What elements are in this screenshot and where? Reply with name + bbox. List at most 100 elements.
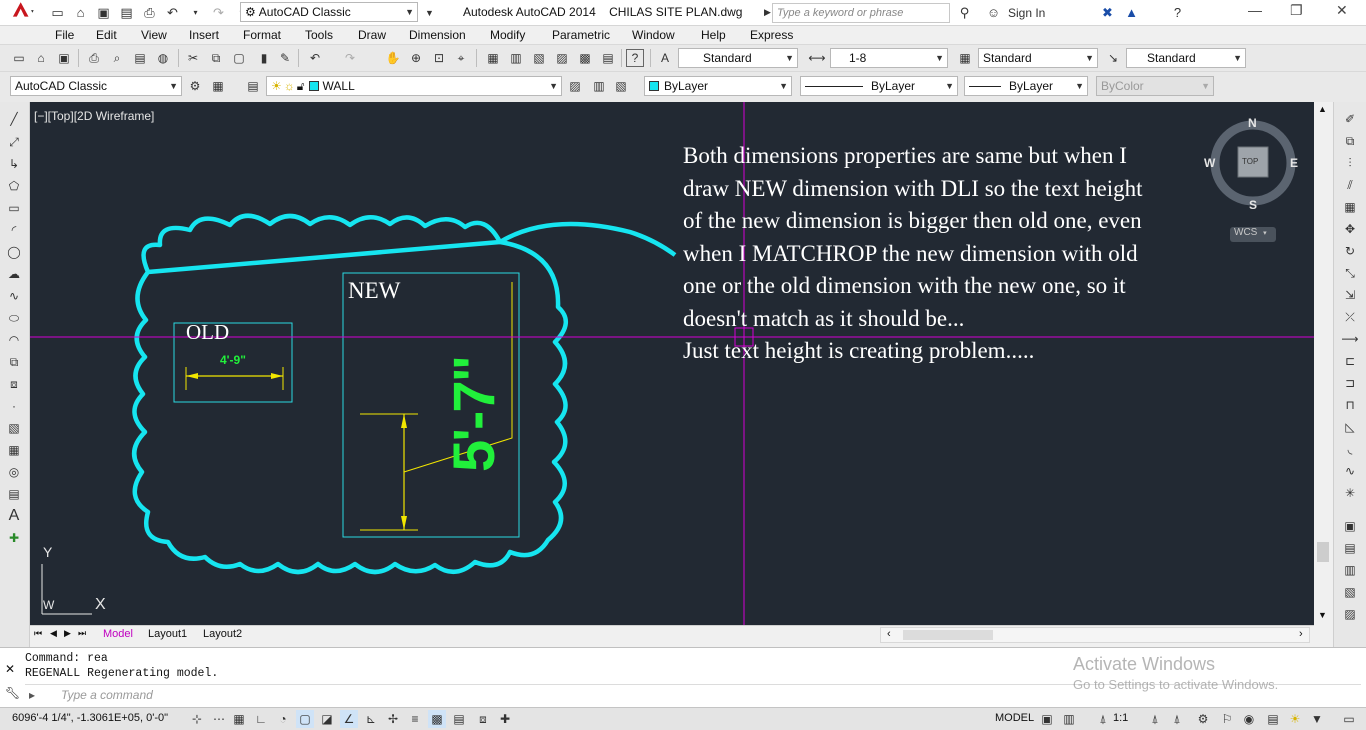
scroll-thumb[interactable] <box>1317 542 1329 562</box>
text-style-icon[interactable]: A <box>656 49 674 67</box>
autocad-logo-icon[interactable] <box>2 1 42 27</box>
scroll-down-icon[interactable]: ▼ <box>1318 610 1327 620</box>
lightbulb-icon[interactable]: ☀ <box>1286 710 1304 728</box>
tab-prev-icon[interactable]: ◀ <box>50 628 57 639</box>
color-select[interactable]: ByLayer ▼ <box>644 76 792 96</box>
object-snap-tracking-icon[interactable]: ∠ <box>340 710 358 728</box>
hardware-acceleration-icon[interactable]: ◉ <box>1240 710 1258 728</box>
restore-icon[interactable]: ❐ <box>1290 2 1303 19</box>
transparency-icon[interactable]: ▩ <box>428 710 446 728</box>
menu-dimension[interactable]: Dimension <box>409 28 466 42</box>
scroll-up-icon[interactable]: ▲ <box>1318 104 1327 114</box>
quick-view-layouts-icon[interactable]: ▣ <box>1038 710 1056 728</box>
open-icon[interactable]: ⌂ <box>32 49 50 67</box>
copy-icon[interactable]: ⧉ <box>207 49 225 67</box>
command-prompt-icon[interactable]: ▸ <box>29 688 35 702</box>
line-icon[interactable]: ╱ <box>5 110 23 128</box>
rotate-icon[interactable]: ↻ <box>1341 242 1359 260</box>
extend-icon[interactable]: ⟶ <box>1341 330 1359 348</box>
workspace-switching-icon[interactable]: ⚙ <box>1194 710 1212 728</box>
qat-menu-icon[interactable]: ▼ <box>420 3 439 22</box>
add-selected-icon[interactable]: ✚ <box>5 529 23 547</box>
menu-insert[interactable]: Insert <box>189 28 219 42</box>
clean-screen-icon[interactable]: ▭ <box>1340 710 1358 728</box>
scroll-right-icon[interactable]: › <box>1299 628 1303 640</box>
ellipse-icon[interactable]: ⬭ <box>5 309 23 327</box>
annotation-visibility-icon[interactable]: ⍋ <box>1146 710 1164 728</box>
quickcalc-icon[interactable]: ▤ <box>599 49 617 67</box>
3d-dwf-icon[interactable]: ◍ <box>154 49 172 67</box>
match-properties-icon[interactable]: ▮ <box>255 49 273 67</box>
print-icon[interactable]: ⎙ <box>140 3 159 22</box>
scale-icon[interactable]: ⤡ <box>1341 264 1359 282</box>
draworder-front-icon[interactable]: ▣ <box>1341 517 1359 535</box>
menu-modify[interactable]: Modify <box>490 28 525 42</box>
table-style-select[interactable]: Standard ▼ <box>978 48 1098 68</box>
menu-file[interactable]: File <box>55 28 74 42</box>
model-space-toggle[interactable]: MODEL <box>995 712 1034 724</box>
selection-cycling-icon[interactable]: ⧈ <box>474 710 492 728</box>
menu-tools[interactable]: Tools <box>305 28 333 42</box>
user-icon[interactable]: ☺ <box>984 3 1003 22</box>
text-to-front-icon[interactable]: ▨ <box>1341 605 1359 623</box>
design-center-icon[interactable]: ▥ <box>507 49 525 67</box>
undo-icon[interactable]: ↶ <box>163 3 182 22</box>
trim-icon[interactable]: ⤫ <box>1341 308 1359 326</box>
arc-icon[interactable]: ◜ <box>5 221 23 239</box>
workspace-select[interactable]: AutoCAD Classic ▼ <box>10 76 182 96</box>
help-icon[interactable]: ? <box>626 49 644 67</box>
menu-format[interactable]: Format <box>243 28 281 42</box>
workspace-settings-icon[interactable]: ⚙ <box>186 77 204 95</box>
mleader-style-select[interactable]: Standard ▼ <box>1126 48 1246 68</box>
make-current-layer-icon[interactable]: ▨ <box>566 77 584 95</box>
move-icon[interactable]: ✥ <box>1341 220 1359 238</box>
scroll-left-icon[interactable]: ‹ <box>887 628 891 640</box>
gradient-icon[interactable]: ▦ <box>5 441 23 459</box>
horizontal-scrollbar[interactable]: ‹ › <box>880 627 1310 643</box>
zoom-previous-icon[interactable]: ⌖ <box>452 49 470 67</box>
layer-properties-icon[interactable]: ▤ <box>244 77 262 95</box>
workspace-dropdown-icon[interactable]: ▦ <box>209 77 227 95</box>
save-icon[interactable]: ▣ <box>94 3 113 22</box>
menu-edit[interactable]: Edit <box>96 28 117 42</box>
exchange-icon[interactable]: ✖ <box>1098 3 1117 22</box>
coordinate-readout[interactable]: 6096'-4 1/4", -1.3061E+05, 0'-0" <box>12 712 168 724</box>
layer-select[interactable]: ☀ ☼ 🔓︎ WALL ▼ <box>266 76 562 96</box>
save-as-icon[interactable]: ▤ <box>117 3 136 22</box>
offset-icon[interactable]: ⫽ <box>1341 176 1359 194</box>
plotstyle-select[interactable]: ByColor ▼ <box>1096 76 1214 96</box>
annotation-monitor-icon[interactable]: ✚ <box>496 710 514 728</box>
infer-constraints-icon[interactable]: ⊹ <box>188 710 206 728</box>
grid-display-icon[interactable]: ▦ <box>230 710 248 728</box>
mleader-style-icon[interactable]: ↘ <box>1104 49 1122 67</box>
tab-last-icon[interactable]: ⏭ <box>78 628 86 639</box>
erase-icon[interactable]: ✐ <box>1341 110 1359 128</box>
vertical-scrollbar[interactable]: ▲ ▼ <box>1314 102 1333 625</box>
auto-scale-icon[interactable]: ⍋ <box>1168 710 1186 728</box>
dynamic-input-icon[interactable]: ✢ <box>384 710 402 728</box>
dynamic-ucs-icon[interactable]: ⊾ <box>362 710 380 728</box>
horizontal-scroll-thumb[interactable] <box>903 630 993 640</box>
redo-icon[interactable]: ↷ <box>341 49 359 67</box>
region-icon[interactable]: ◎ <box>5 463 23 481</box>
zoom-realtime-icon[interactable]: ⊕ <box>407 49 425 67</box>
publish-icon[interactable]: ▤ <box>131 49 149 67</box>
undo-dropdown-icon[interactable]: ▾ <box>186 3 205 22</box>
compass-south[interactable]: S <box>1249 198 1257 212</box>
multiline-text-icon[interactable]: A <box>5 507 23 525</box>
array-icon[interactable]: ▦ <box>1341 198 1359 216</box>
markup-icon[interactable]: ▩ <box>576 49 594 67</box>
close-icon[interactable]: ✕ <box>1336 2 1348 19</box>
join-icon[interactable]: ⊓ <box>1341 396 1359 414</box>
fillet-icon[interactable]: ◟ <box>1341 440 1359 458</box>
polyline-icon[interactable]: ↳ <box>5 155 23 173</box>
isolate-objects-icon[interactable]: ▤ <box>1264 710 1282 728</box>
spline-icon[interactable]: ∿ <box>5 287 23 305</box>
menu-parametric[interactable]: Parametric <box>552 28 610 42</box>
cut-icon[interactable]: ✂ <box>184 49 202 67</box>
ortho-mode-icon[interactable]: ∟ <box>252 710 270 728</box>
draworder-under-icon[interactable]: ▧ <box>1341 583 1359 601</box>
plot-icon[interactable]: ⎙ <box>85 49 103 67</box>
explode-icon[interactable]: ✳ <box>1341 484 1359 502</box>
break-at-point-icon[interactable]: ⊏ <box>1341 352 1359 370</box>
